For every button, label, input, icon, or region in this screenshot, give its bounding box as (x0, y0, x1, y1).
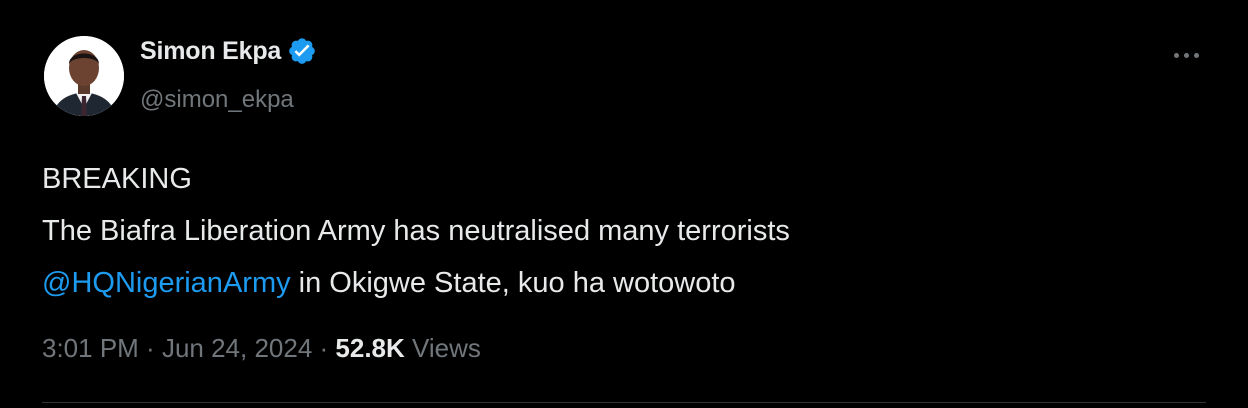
mention-link[interactable]: @HQNigerianArmy (42, 267, 291, 299)
tweet-time[interactable]: 3:01 PM (42, 333, 139, 363)
more-options-button[interactable] (1172, 40, 1206, 70)
divider (42, 402, 1206, 403)
author-name[interactable]: Simon Ekpa (140, 37, 281, 66)
tweet-text-line-1: BREAKING (42, 163, 192, 195)
meta-separator: · (312, 333, 336, 363)
author-name-row[interactable]: Simon Ekpa (140, 36, 317, 66)
dot-icon (1174, 53, 1179, 58)
views-count[interactable]: 52.8K (335, 333, 404, 363)
author-handle[interactable]: @simon_ekpa (140, 86, 294, 114)
tweet-card: Simon Ekpa @simon_ekpa BREAKING The Biaf… (6, 6, 1242, 403)
tweet-text-line-3-rest: in Okigwe State, kuo ha wotowoto (290, 267, 736, 299)
views-label: Views (404, 333, 481, 363)
avatar[interactable] (44, 36, 124, 116)
tweet-meta: 3:01 PM · Jun 24, 2024 · 52.8K Views (42, 333, 481, 364)
meta-separator: · (138, 333, 162, 363)
dot-icon (1194, 53, 1199, 58)
tweet-text: BREAKING The Biafra Liberation Army has … (42, 153, 790, 309)
verified-badge-icon (287, 36, 317, 66)
avatar-portrait (44, 36, 124, 116)
dot-icon (1184, 53, 1189, 58)
tweet-text-line-2: The Biafra Liberation Army has neutralis… (42, 215, 790, 247)
tweet-text-line-3: @HQNigerianArmy in Okigwe State, kuo ha … (42, 257, 790, 309)
tweet-date[interactable]: Jun 24, 2024 (162, 333, 312, 363)
